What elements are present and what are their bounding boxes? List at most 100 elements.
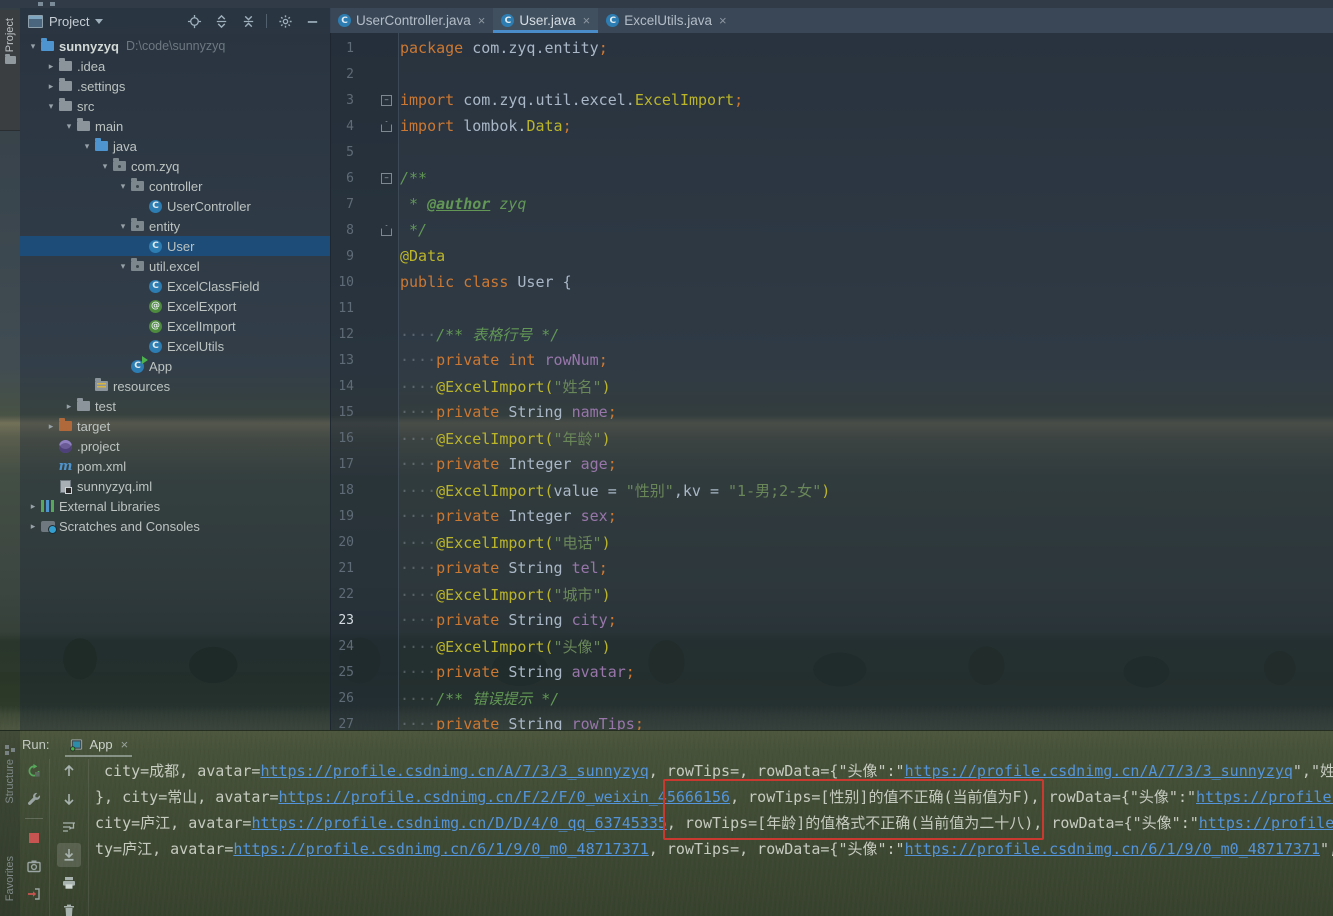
tree-item-excelexport[interactable]: @ ExcelExport [20, 296, 330, 316]
tree-item-util-excel[interactable]: ▾ util.excel [20, 256, 330, 276]
chevron-down-icon[interactable]: ▾ [116, 176, 130, 196]
chevron-down-icon[interactable]: ▾ [62, 116, 76, 136]
chevron-down-icon[interactable]: ▾ [98, 156, 112, 176]
tree-item-controller[interactable]: ▾ controller [20, 176, 330, 196]
tree-item-excelutils[interactable]: C ExcelUtils [20, 336, 330, 356]
console-link[interactable]: https://profile.csdnimg.cn/6/1/9/0_m0_48… [905, 840, 1320, 858]
tree-item-label: util.excel [149, 258, 200, 274]
toolbar-divider [25, 818, 43, 819]
code-line-13: 13 ····private int rowNum; [330, 347, 1333, 373]
collapseall-icon[interactable] [239, 12, 257, 30]
fold-marker-icon[interactable] [381, 225, 392, 236]
tree-item-app[interactable]: C App [20, 355, 330, 376]
close-icon[interactable]: × [583, 13, 591, 28]
console-link[interactable]: https://profile.cs [1196, 788, 1333, 806]
fold-marker-icon[interactable]: − [381, 173, 392, 184]
tree-item-sunnyzyq[interactable]: ▾ sunnyzyq D:\code\sunnyzyq [20, 36, 330, 56]
tree-item-idea[interactable]: ▸ .idea [20, 56, 330, 76]
tree-item-user[interactable]: C User [20, 236, 330, 256]
tree-item-resources[interactable]: resources [20, 376, 330, 396]
whitespace-dots: ···· [400, 663, 437, 681]
run-grid-button[interactable] [22, 910, 46, 916]
run-stop-button[interactable] [22, 826, 46, 850]
code-line-14: 14 ····@ExcelImport("姓名") [330, 373, 1333, 399]
project-panel-title[interactable]: Project [49, 14, 89, 29]
tree-item-java[interactable]: ▾ java [20, 136, 330, 156]
tree-item-scratches-and-consoles[interactable]: ▸ Scratches and Consoles [20, 516, 330, 536]
tree-item-com-zyq[interactable]: ▾ com.zyq [20, 156, 330, 176]
run-rerun-button[interactable] [22, 759, 46, 783]
tree-item-excelclassfield[interactable]: C ExcelClassField [20, 276, 330, 296]
chevron-right-icon[interactable]: ▸ [62, 396, 76, 416]
locate-icon[interactable] [185, 12, 203, 30]
fold-marker-icon[interactable]: − [381, 95, 392, 106]
run-camera-button[interactable] [22, 854, 46, 878]
gutter-fold-area [354, 555, 398, 581]
chevron-down-icon[interactable]: ▾ [44, 96, 58, 116]
tree-item-project[interactable]: .project [20, 436, 330, 456]
chevron-right-icon[interactable]: ▸ [44, 416, 58, 436]
fold-marker-icon[interactable] [381, 121, 392, 132]
code-line-20: 20 ····@ExcelImport("电话") [330, 529, 1333, 555]
chevron-down-icon[interactable] [95, 18, 104, 24]
tree-item-excelimport[interactable]: @ ExcelImport [20, 316, 330, 336]
line-number: 22 [338, 586, 354, 602]
chevron-right-icon[interactable]: ▸ [26, 496, 40, 516]
console-scrollend-button[interactable] [57, 843, 81, 867]
console-link[interactable]: https://profile.c [1199, 814, 1333, 832]
console-softwrap-button[interactable] [57, 815, 81, 839]
close-icon[interactable]: × [478, 13, 486, 28]
console-trash-button[interactable] [57, 899, 81, 916]
tree-item-main[interactable]: ▾ main [20, 116, 330, 136]
console-down-button[interactable] [57, 787, 81, 811]
tree-item-target[interactable]: ▸ target [20, 416, 330, 436]
tree-item-label: pom.xml [77, 458, 127, 474]
line-number: 15 [338, 404, 354, 420]
run-tab-app[interactable]: App × [65, 731, 132, 757]
chevron-right-icon[interactable]: ▸ [44, 76, 58, 96]
console-up-button[interactable] [57, 759, 81, 783]
code-text: ····private Integer age; [400, 455, 617, 473]
code-text: ····private Integer sex; [400, 507, 617, 525]
tree-item-pom-xml[interactable]: m pom.xml [20, 456, 330, 476]
console-print-button[interactable] [57, 871, 81, 895]
close-icon[interactable]: × [719, 13, 727, 28]
run-wrench-button[interactable] [22, 787, 46, 811]
code-editor[interactable]: 1 package com.zyq.entity; 2 3− import com.zy… [330, 33, 1333, 730]
close-icon[interactable]: × [121, 737, 129, 752]
tree-item-label: sunnyzyq.iml [77, 478, 153, 494]
chevron-down-icon[interactable]: ▾ [80, 136, 94, 156]
tree-item-src[interactable]: ▾ src [20, 96, 330, 116]
gear-icon[interactable] [276, 12, 294, 30]
run-toolbar-left [20, 759, 48, 916]
expandall-icon[interactable] [212, 12, 230, 30]
project-stripe-button[interactable]: Project [0, 10, 20, 131]
chevron-down-icon[interactable]: ▾ [26, 36, 40, 56]
tab-excelutils-java[interactable]: C ExcelUtils.java × [598, 8, 734, 33]
code-text: @Data [400, 247, 446, 265]
code-line-25: 25 ····private String avatar; [330, 659, 1333, 685]
console-link[interactable]: https://profile.csdnimg.cn/6/1/9/0_m0_48… [233, 840, 648, 858]
run-exit-button[interactable] [22, 882, 46, 906]
chevron-right-icon[interactable]: ▸ [26, 516, 40, 536]
tab-user-java[interactable]: C User.java × [493, 8, 599, 33]
tree-item-external-libraries[interactable]: ▸ External Libraries [20, 496, 330, 516]
maven-icon: m [58, 458, 73, 474]
chevron-down-icon[interactable]: ▾ [116, 216, 130, 236]
chevron-right-icon[interactable]: ▸ [44, 56, 58, 76]
console-link[interactable]: https://profile.csdnimg.cn/D/D/4/0_qq_63… [251, 814, 666, 832]
tree-item-entity[interactable]: ▾ entity [20, 216, 330, 236]
hide-icon[interactable] [303, 12, 321, 30]
tree-item-test[interactable]: ▸ test [20, 396, 330, 416]
tab-usercontroller-java[interactable]: C UserController.java × [330, 8, 493, 33]
tree-item-usercontroller[interactable]: C UserController [20, 196, 330, 216]
console-link[interactable]: https://profile.csdnimg.cn/A/7/3/3_sunny… [260, 762, 648, 780]
chevron-down-icon[interactable]: ▾ [116, 256, 130, 276]
tree-item-label: controller [149, 178, 203, 194]
tree-item-settings[interactable]: ▸ .settings [20, 76, 330, 96]
tree-item-sunnyzyq-iml[interactable]: sunnyzyq.iml [20, 476, 330, 496]
console-text: city=成都, avatar= [95, 762, 261, 780]
folder-icon [58, 58, 73, 74]
line-number: 5 [346, 144, 354, 160]
console-link[interactable]: https://profile.csdnimg.cn/A/7/3/3_sunny… [905, 762, 1293, 780]
